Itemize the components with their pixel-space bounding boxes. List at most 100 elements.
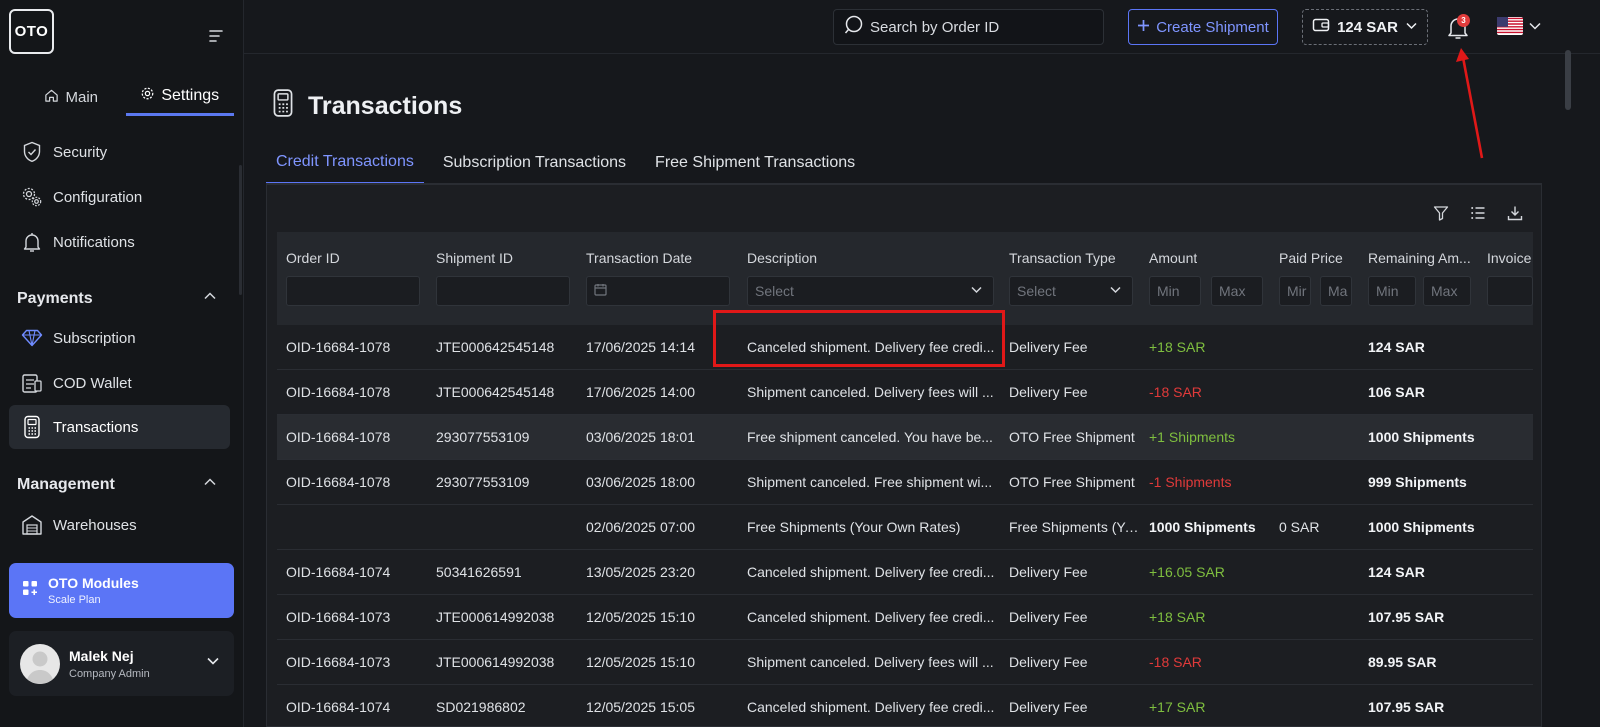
cell-order: OID-16684-1073 bbox=[286, 609, 391, 625]
amount-min-input[interactable]: Min bbox=[1149, 276, 1201, 306]
diamond-icon bbox=[21, 327, 43, 349]
tab-free-shipment-transactions[interactable]: Free Shipment Transactions bbox=[645, 142, 865, 184]
table-header: Order ID Shipment ID Transaction Date De… bbox=[277, 232, 1533, 325]
sidebar-item-label: Notifications bbox=[53, 233, 135, 251]
page-scrollbar[interactable] bbox=[1565, 50, 1571, 110]
cell-order: OID-16684-1078 bbox=[286, 474, 391, 490]
column-header[interactable]: Shipment ID bbox=[436, 250, 513, 266]
create-shipment-button[interactable]: Create Shipment bbox=[1128, 9, 1278, 45]
cogs-icon bbox=[21, 186, 43, 208]
search-input[interactable] bbox=[870, 18, 1090, 36]
table-row[interactable]: OID-16684-1078 293077553109 03/06/2025 18:… bbox=[277, 460, 1533, 505]
section-title: Management bbox=[17, 475, 115, 493]
cell-amount: +17 SAR bbox=[1149, 699, 1206, 715]
tab-main[interactable]: Main bbox=[17, 78, 126, 116]
paid-price-max-input[interactable]: Ma bbox=[1320, 276, 1352, 306]
cell-amount: -18 SAR bbox=[1149, 654, 1202, 670]
transaction-type-filter-select[interactable]: Select bbox=[1009, 276, 1133, 306]
sidebar-item-notifications[interactable]: Notifications bbox=[9, 220, 230, 264]
columns-list-icon[interactable] bbox=[1468, 203, 1488, 223]
chevron-down-icon[interactable] bbox=[206, 654, 220, 673]
column-header[interactable]: Transaction Date bbox=[586, 250, 692, 266]
tab-settings[interactable]: Settings bbox=[125, 78, 234, 116]
cell-type: OTO Free Shipment bbox=[1009, 474, 1135, 490]
cell-date: 13/05/2025 23:20 bbox=[586, 564, 695, 580]
warehouse-icon bbox=[21, 514, 43, 536]
table-row[interactable]: OID-16684-1074 50341626591 13/05/2025 23:2… bbox=[277, 550, 1533, 595]
cell-type: Delivery Fee bbox=[1009, 609, 1088, 625]
payments-section-header[interactable]: Payments bbox=[17, 289, 217, 308]
shield-icon bbox=[21, 141, 43, 163]
column-header[interactable]: Transaction Type bbox=[1009, 250, 1116, 266]
column-header[interactable]: Paid Price bbox=[1279, 250, 1343, 266]
wallet-icon bbox=[21, 372, 43, 394]
oto-logo[interactable]: OTO bbox=[9, 9, 54, 54]
cell-amount: -1 Shipments bbox=[1149, 474, 1232, 490]
tab-credit-transactions[interactable]: Credit Transactions bbox=[266, 142, 424, 184]
sidebar-item-transactions[interactable]: Transactions bbox=[9, 405, 230, 449]
cell-date: 17/06/2025 14:00 bbox=[586, 384, 695, 400]
oto-modules-card[interactable]: OTO Modules Scale Plan bbox=[9, 563, 234, 618]
order-id-filter-input[interactable] bbox=[286, 276, 420, 306]
sidebar-scrollbar[interactable] bbox=[239, 165, 242, 295]
bell-icon bbox=[21, 231, 43, 253]
cell-order: OID-16684-1078 bbox=[286, 429, 391, 445]
chevron-down-icon bbox=[970, 283, 983, 299]
sidebar-collapse-icon[interactable] bbox=[208, 28, 224, 44]
cell-remaining: 106 SAR bbox=[1368, 384, 1425, 400]
column-header[interactable]: Invoice bbox=[1487, 250, 1533, 266]
tab-subscription-transactions[interactable]: Subscription Transactions bbox=[433, 142, 636, 184]
wallet-icon bbox=[1312, 17, 1330, 37]
sidebar-item-subscription[interactable]: Subscription bbox=[9, 316, 230, 360]
table-row[interactable]: OID-16684-1078 293077553109 03/06/2025 18:… bbox=[277, 415, 1533, 460]
table-row[interactable]: OID-16684-1073 JTE000614992038 12/05/2025 … bbox=[277, 595, 1533, 640]
column-header[interactable]: Order ID bbox=[286, 250, 340, 266]
sidebar-item-configuration[interactable]: Configuration bbox=[9, 175, 230, 219]
sidebar-item-security[interactable]: Security bbox=[9, 130, 230, 174]
column-header[interactable]: Amount bbox=[1149, 250, 1197, 266]
sidebar-item-warehouses[interactable]: Warehouses bbox=[9, 503, 230, 547]
management-section-header[interactable]: Management bbox=[17, 475, 217, 494]
user-profile-card[interactable]: Malek Nej Company Admin bbox=[9, 631, 234, 696]
cell-type: Delivery Fee bbox=[1009, 699, 1088, 715]
table-row[interactable]: OID-16684-1078 JTE000642545148 17/06/2025 … bbox=[277, 325, 1533, 370]
sidebar-item-label: Configuration bbox=[53, 188, 143, 206]
us-flag-icon bbox=[1497, 16, 1523, 40]
table-row[interactable]: OID-16684-1078 JTE000642545148 17/06/2025 … bbox=[277, 370, 1533, 415]
cell-date: 03/06/2025 18:01 bbox=[586, 429, 695, 445]
invoice-filter-input[interactable] bbox=[1487, 276, 1533, 306]
annotation-arrow bbox=[1456, 48, 1484, 159]
cell-shipment: JTE000614992038 bbox=[436, 654, 555, 670]
amount-max-input[interactable]: Max bbox=[1211, 276, 1263, 306]
column-header[interactable]: Remaining Am... bbox=[1368, 250, 1475, 266]
table-row[interactable]: 02/06/2025 07:00 Free Shipments (Your Own… bbox=[277, 505, 1533, 550]
wallet-balance-dropdown[interactable]: 124 SAR bbox=[1302, 9, 1428, 45]
download-icon[interactable] bbox=[1505, 203, 1525, 223]
table-row[interactable]: OID-16684-1074 SD021986802 12/05/2025 15:0… bbox=[277, 685, 1533, 726]
table-body: OID-16684-1078 JTE000642545148 17/06/2025 … bbox=[277, 325, 1533, 726]
description-filter-select[interactable]: Select bbox=[747, 276, 994, 306]
table-row[interactable]: OID-16684-1073 JTE000614992038 12/05/2025 … bbox=[277, 640, 1533, 685]
cell-shipment: 293077553109 bbox=[436, 474, 530, 490]
transaction-date-filter-input[interactable] bbox=[586, 276, 730, 306]
search-box[interactable] bbox=[833, 9, 1104, 45]
remaining-max-input[interactable]: Max bbox=[1423, 276, 1471, 306]
sidebar-item-label: Subscription bbox=[53, 329, 136, 347]
cell-desc: Canceled shipment. Delivery fee credi... bbox=[747, 564, 995, 580]
language-selector[interactable] bbox=[1497, 16, 1545, 40]
remaining-min-input[interactable]: Min bbox=[1368, 276, 1416, 306]
paid-price-min-input[interactable]: Mir bbox=[1279, 276, 1311, 306]
cell-desc: Canceled shipment. Delivery fee credi... bbox=[747, 339, 995, 355]
transactions-panel: Order ID Shipment ID Transaction Date De… bbox=[266, 184, 1542, 727]
filter-icon[interactable] bbox=[1431, 203, 1451, 223]
sidebar-item-cod-wallet[interactable]: COD Wallet bbox=[9, 361, 230, 405]
cell-amount: +1 Shipments bbox=[1149, 429, 1235, 445]
cell-desc: Free Shipments (Your Own Rates) bbox=[747, 519, 961, 535]
column-header[interactable]: Description bbox=[747, 250, 817, 266]
cell-amount: 1000 Shipments bbox=[1149, 519, 1256, 535]
cell-shipment: JTE000614992038 bbox=[436, 609, 555, 625]
tab-main-label: Main bbox=[65, 88, 98, 106]
cell-shipment: 293077553109 bbox=[436, 429, 530, 445]
cell-order: OID-16684-1078 bbox=[286, 339, 391, 355]
shipment-id-filter-input[interactable] bbox=[436, 276, 570, 306]
